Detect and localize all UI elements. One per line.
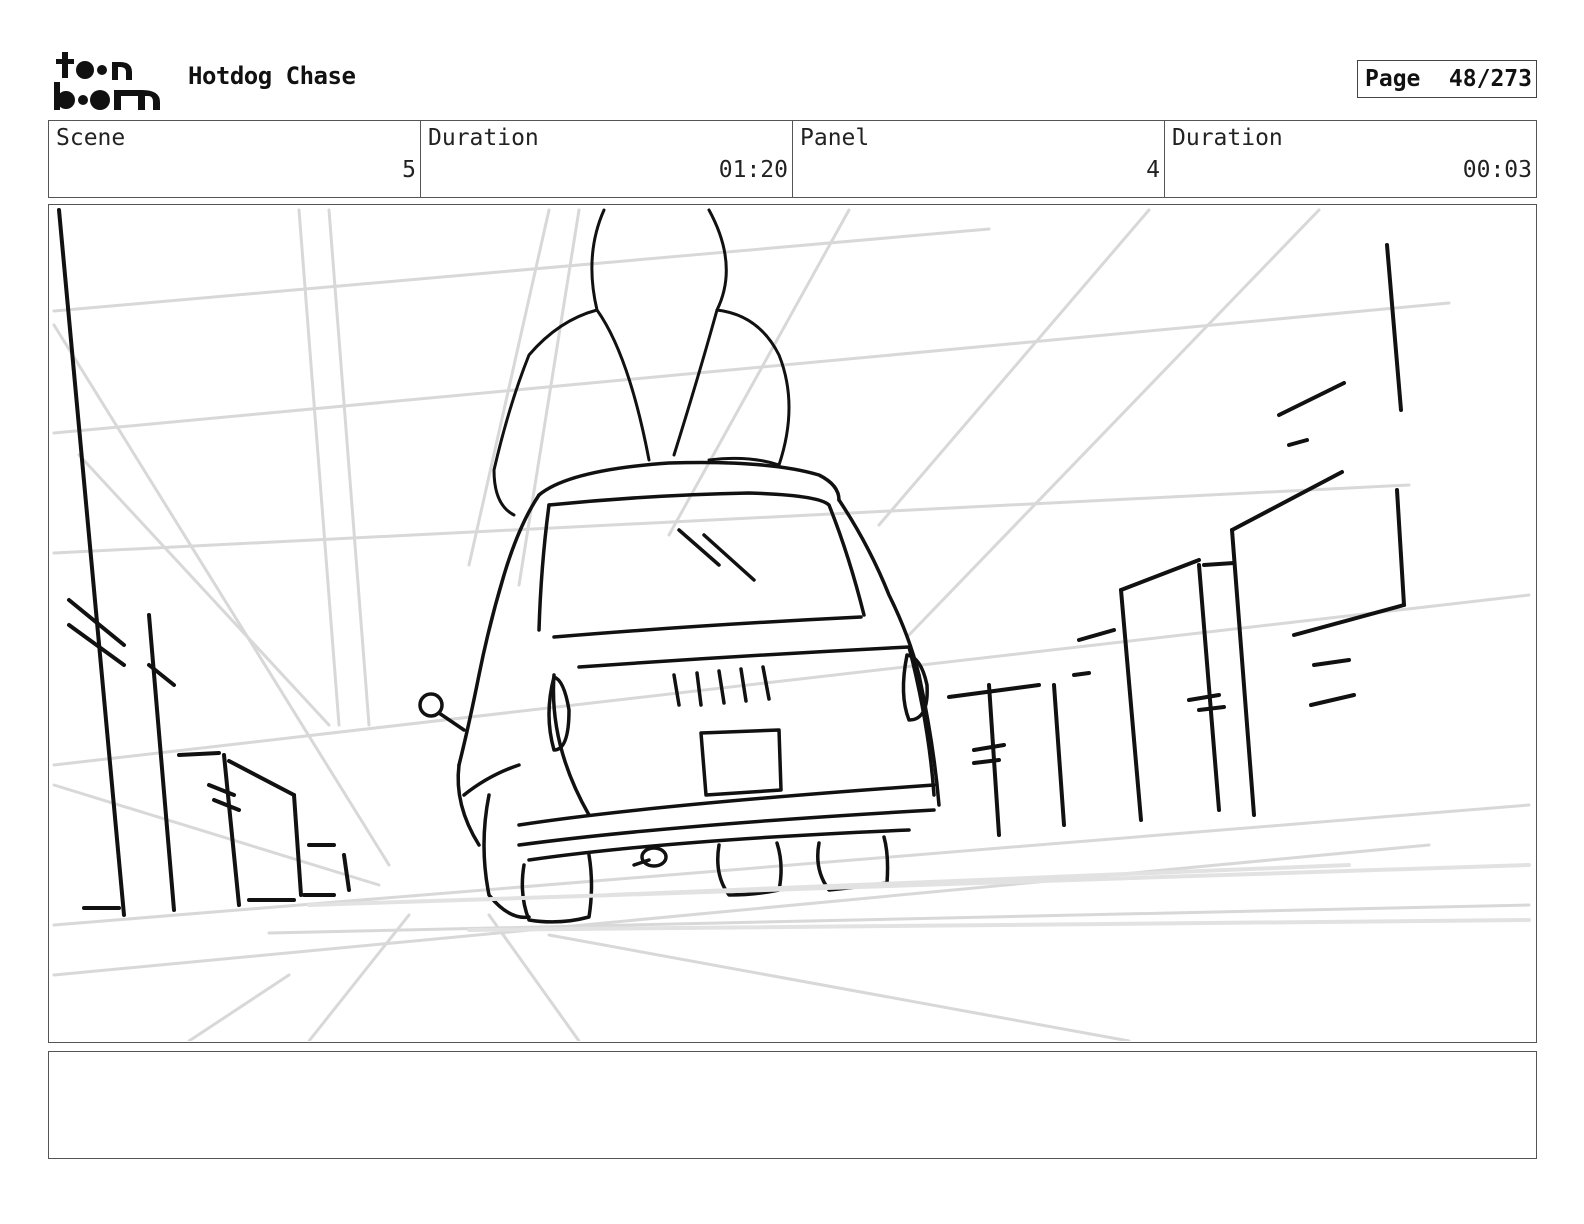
page-number: 48/273 — [1448, 66, 1532, 92]
panel-label: Panel — [800, 125, 870, 151]
scene-duration-label: Duration — [428, 125, 539, 151]
page-indicator: Page 48/273 — [1357, 60, 1537, 98]
panel-duration-value: 00:03 — [1462, 157, 1532, 183]
storyboard-sketch — [52, 208, 1531, 1041]
page-label: Page — [1365, 66, 1421, 92]
toonboom-logo — [52, 50, 164, 112]
scene-value: 5 — [402, 157, 416, 183]
panel-cell: Panel 4 — [793, 121, 1165, 197]
scene-label: Scene — [56, 125, 126, 151]
scene-duration-value: 01:20 — [718, 157, 788, 183]
panel-duration-label: Duration — [1172, 125, 1283, 151]
panel-value: 4 — [1146, 157, 1160, 183]
document-title: Hotdog Chase — [188, 62, 356, 90]
storyboard-panel-image — [48, 204, 1537, 1043]
scene-duration-cell: Duration 01:20 — [421, 121, 793, 197]
panel-duration-cell: Duration 00:03 — [1165, 121, 1536, 197]
scene-cell: Scene 5 — [49, 121, 421, 197]
panel-notes-box — [48, 1051, 1537, 1159]
panel-info-row: Scene 5 Duration 01:20 Panel 4 Duration … — [48, 120, 1537, 198]
